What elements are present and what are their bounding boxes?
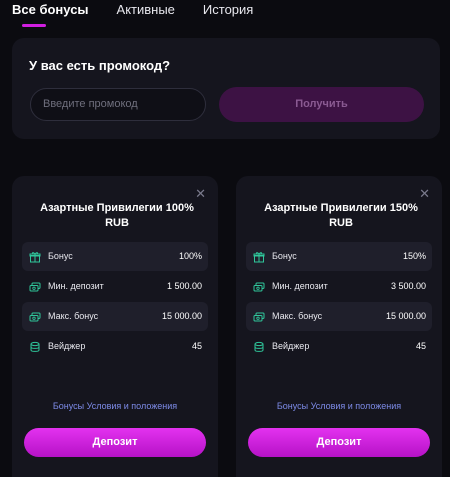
row-value: 1 500.00 [166,281,202,291]
row-label: Макс. бонус [272,311,323,321]
row-label: Мин. депозит [48,281,104,291]
row-label: Вейджер [272,341,310,351]
gift-icon [252,242,266,271]
coins-icon [28,332,42,361]
bonus-card-title: Азартные Привилегии 100% RUB [40,202,194,229]
min-deposit-row: Мин. депозит 1 500.00 [22,272,208,301]
promo-title: У вас есть промокод? [29,58,171,73]
bonus-tabs: Все бонусы Активные История [12,0,281,30]
wager-row: Вейджер 45 [22,332,208,361]
row-value: 45 [191,341,202,351]
money-icon [252,302,266,331]
bonus-card: ✕ Азартные Привилегии 150% RUB Бонус 150… [236,176,442,477]
bonus-row: Бонус 100% [22,242,208,271]
row-value: 3 500.00 [390,281,426,291]
close-icon[interactable]: ✕ [195,186,206,202]
close-icon[interactable]: ✕ [419,186,430,202]
promo-code-input[interactable]: Введите промокод [30,88,206,121]
max-bonus-row: Макс. бонус 15 000.00 [246,302,432,331]
money-icon [28,302,42,331]
row-value: 45 [415,341,426,351]
get-promo-button[interactable]: Получить [219,87,424,122]
deposit-button[interactable]: Депозит [248,428,430,457]
terms-link[interactable]: Бонусы Условия и положения [12,401,218,411]
coins-icon [252,332,266,361]
row-label: Вейджер [48,341,86,351]
bonus-row: Бонус 150% [246,242,432,271]
money-icon [28,272,42,301]
gift-icon [28,242,42,271]
bonus-card-title: Азартные Привилегии 150% RUB [264,202,418,229]
terms-link[interactable]: Бонусы Условия и положения [236,401,442,411]
min-deposit-row: Мин. депозит 3 500.00 [246,272,432,301]
wager-row: Вейджер 45 [246,332,432,361]
tab-active[interactable]: Активные [117,0,175,30]
row-label: Бонус [48,251,73,261]
row-label: Бонус [272,251,297,261]
active-tab-indicator [22,24,46,27]
row-label: Мин. депозит [272,281,328,291]
money-icon [252,272,266,301]
row-value: 150% [402,251,426,261]
row-value: 15 000.00 [385,311,426,321]
bonus-card: ✕ Азартные Привилегии 100% RUB Бонус 100… [12,176,218,477]
row-value: 15 000.00 [161,311,202,321]
deposit-button[interactable]: Депозит [24,428,206,457]
max-bonus-row: Макс. бонус 15 000.00 [22,302,208,331]
tab-history[interactable]: История [203,0,253,30]
row-label: Макс. бонус [48,311,99,321]
row-value: 100% [178,251,202,261]
promo-code-panel: У вас есть промокод? Введите промокод По… [12,38,440,139]
